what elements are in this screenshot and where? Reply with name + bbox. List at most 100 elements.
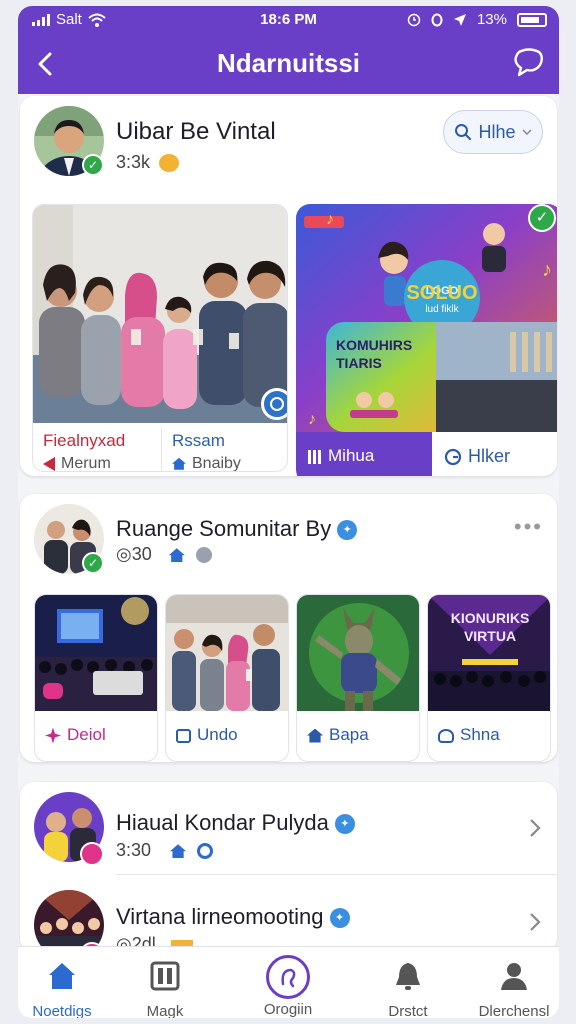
tile-image-friends — [166, 595, 288, 711]
home-icon — [172, 457, 186, 470]
verified-badge: ✓ — [82, 552, 104, 574]
nav-label: Dlerchensl — [478, 1003, 550, 1018]
sparkle-icon — [45, 727, 61, 744]
home-icon — [307, 728, 323, 743]
top-bar: Salt 18:6 PM 13% Ndarnuitssi — [18, 6, 559, 94]
follower-count: ◎30 — [116, 544, 152, 564]
nav-label: Noetdigs — [32, 1003, 92, 1018]
sub-title: Rssam — [172, 431, 225, 450]
profile-meta: ◎30 — [116, 544, 212, 565]
people-icon — [438, 728, 454, 743]
media-tile[interactable]: KIONURIKS VIRTUA Shna — [427, 594, 551, 762]
media-tile[interactable]: Undo — [165, 594, 289, 762]
tile-label: Deiol — [35, 713, 157, 759]
promo-tab-2-label: Hlker — [468, 446, 511, 466]
list-item-meta: 3:30 — [116, 840, 214, 861]
community-list-card: Hiaual Kondar Pulyda ✦ 3:30 Virtana lirn… — [20, 782, 557, 952]
chat-button[interactable] — [513, 48, 545, 78]
status-dot — [80, 842, 104, 866]
home-icon — [168, 548, 185, 563]
list-item-title-text: Hiaual Kondar Pulyda — [116, 810, 329, 835]
sub-title: Fiealnyxad — [43, 431, 126, 450]
chevron-down-icon — [521, 129, 532, 136]
chevron-right-icon[interactable] — [529, 814, 541, 845]
tile-label-text: Deiol — [67, 725, 106, 744]
grid-icon — [308, 449, 322, 464]
verified-badge: ✓ — [82, 154, 104, 176]
origin-icon — [266, 955, 310, 999]
media-tile[interactable]: Bapa — [296, 594, 420, 762]
verified-seal-icon: ✦ — [329, 908, 350, 929]
promo-badge: SOLUO lud fiklk — [404, 282, 480, 315]
share-button[interactable] — [261, 388, 287, 420]
nav-label: Magk — [146, 1003, 184, 1018]
photo-sub-2[interactable]: Rssam Bnaiby — [161, 427, 287, 471]
tile-label-text: Bapa — [329, 725, 369, 744]
tile-label-text: Shna — [460, 725, 500, 744]
promo-tab-1[interactable]: Mihua — [296, 432, 432, 476]
photo-sub-1[interactable]: Fiealnyxad Merum — [33, 427, 161, 471]
profile-name[interactable]: Ruange Somunitar By ✦ — [116, 516, 358, 542]
tile-image-character — [297, 595, 419, 711]
page-title: Ndarnuitssi — [216, 48, 361, 78]
chevron-right-icon[interactable] — [529, 908, 541, 939]
promo-badge-sub: lud fiklk — [425, 304, 459, 315]
status-bar: Salt 18:6 PM 13% — [18, 6, 559, 34]
list-item-meta-text: 3:30 — [116, 840, 152, 860]
filter-dropdown[interactable]: Hlhe — [443, 110, 543, 154]
share-icon — [270, 397, 284, 411]
tile-label-text: Undo — [197, 725, 238, 744]
app-header: Ndarnuitssi — [18, 36, 559, 94]
tile-label: Shna — [428, 713, 550, 759]
location-icon — [453, 13, 466, 26]
bell-icon — [396, 963, 420, 990]
svg-text:♪: ♪ — [308, 411, 316, 428]
svg-text:♪: ♪ — [542, 259, 552, 281]
verified-badge: ✓ — [528, 204, 556, 232]
profile-name[interactable]: Uibar Be Vintal — [116, 118, 276, 146]
verified-seal-icon: ✦ — [337, 520, 358, 541]
nav-label: Orogiin — [263, 1001, 313, 1018]
filter-label: Hlhe — [478, 121, 516, 142]
list-item-title-text: Virtana lirneomooting — [116, 904, 324, 929]
battery-icon — [517, 12, 547, 27]
tile-heading: KIONURIKS VIRTUA — [450, 610, 530, 644]
nav-item-magk[interactable]: Magk — [115, 955, 215, 1018]
promo-tab-2[interactable]: Hlker — [432, 432, 557, 476]
status-right: 13% — [407, 11, 547, 28]
media-tile[interactable]: Deiol — [34, 594, 158, 762]
alarm-icon — [407, 13, 421, 26]
profile-name-text: Ruange Somunitar By — [116, 516, 332, 541]
svg-text:♪: ♪ — [326, 211, 334, 228]
profile-meta: 3:3k — [116, 152, 180, 173]
nav-item-drstct[interactable]: Drstct — [358, 955, 458, 1018]
promo-badge-title: SOLUO — [406, 282, 478, 304]
chat-bubble-icon — [514, 48, 543, 77]
post-card-community[interactable]: ✓ Ruange Somunitar By ✦ ◎30 ••• Deiol Un… — [20, 494, 557, 762]
post-card-featured[interactable]: ✓ Uibar Be Vintal 3:3k Hlhe Fiealnyxad M… — [20, 96, 557, 476]
home-icon — [170, 844, 187, 859]
promo-post[interactable]: LOGO ♪ ♪ ♪ SOLUO lud fiklk KOMUHIRS TIAR… — [296, 204, 557, 476]
list-item-title: Virtana lirneomooting ✦ — [116, 904, 350, 930]
more-options-button[interactable]: ••• — [514, 514, 543, 540]
list-item[interactable]: Virtana lirneomooting ✦ ◎2dl — [20, 882, 557, 952]
columns-icon — [150, 961, 180, 991]
tile-label: Bapa — [297, 713, 419, 759]
clock-icon — [444, 449, 462, 466]
sub-value: Bnaiby — [172, 455, 279, 471]
gallery-icon — [176, 728, 191, 743]
battery-percent: 13% — [476, 11, 507, 28]
photo-post[interactable]: Fiealnyxad Merum Rssam Bnaiby — [32, 204, 288, 472]
home-icon — [49, 963, 75, 989]
bottom-nav: Noetdigs Magk Orogiin Drstct Dlerchensl — [18, 946, 559, 1018]
sub-value: Merum — [43, 455, 151, 471]
refresh-icon — [197, 843, 214, 860]
nav-item-home[interactable]: Noetdigs — [18, 955, 112, 1018]
tile-image-hall — [35, 595, 157, 711]
follower-count: 3:3k — [116, 152, 151, 172]
list-item[interactable]: Hiaual Kondar Pulyda ✦ 3:30 — [20, 782, 557, 870]
nav-item-origin[interactable]: Orogiin — [238, 955, 338, 1018]
tile-label: Undo — [166, 713, 288, 759]
nav-label: Drstct — [388, 1003, 428, 1018]
nav-item-profile[interactable]: Dlerchensl — [464, 955, 559, 1018]
